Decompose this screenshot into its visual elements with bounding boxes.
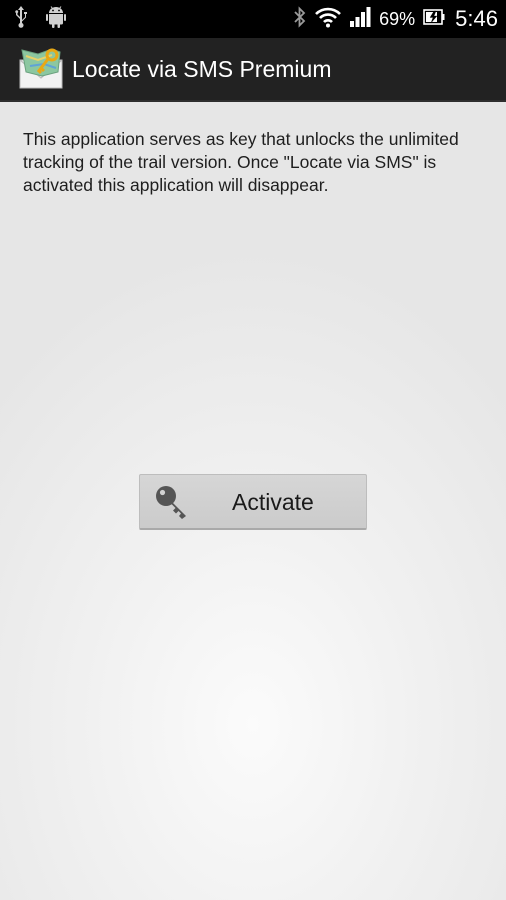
battery-icon (423, 9, 445, 29)
android-icon (46, 6, 66, 32)
battery-percent: 69% (379, 8, 416, 29)
app-title: Locate via SMS Premium (72, 55, 332, 82)
signal-icon (349, 6, 371, 32)
bluetooth-icon (293, 6, 307, 32)
usb-icon (14, 6, 28, 32)
status-bar: 69% 5:46 (0, 0, 506, 38)
action-bar: Locate via SMS Premium (0, 38, 506, 102)
wifi-icon (315, 6, 342, 32)
status-bar-left (14, 6, 84, 32)
clock: 5:46 (455, 6, 498, 31)
status-bar-right: 69% 5:46 (285, 6, 498, 32)
activate-button-label: Activate (232, 489, 314, 515)
main-content: This application serves as key that unlo… (0, 102, 506, 900)
activate-button[interactable]: Activate (139, 474, 367, 530)
key-icon (154, 484, 194, 522)
description-text: This application serves as key that unlo… (23, 129, 459, 195)
map-envelope-key-icon (18, 46, 64, 92)
